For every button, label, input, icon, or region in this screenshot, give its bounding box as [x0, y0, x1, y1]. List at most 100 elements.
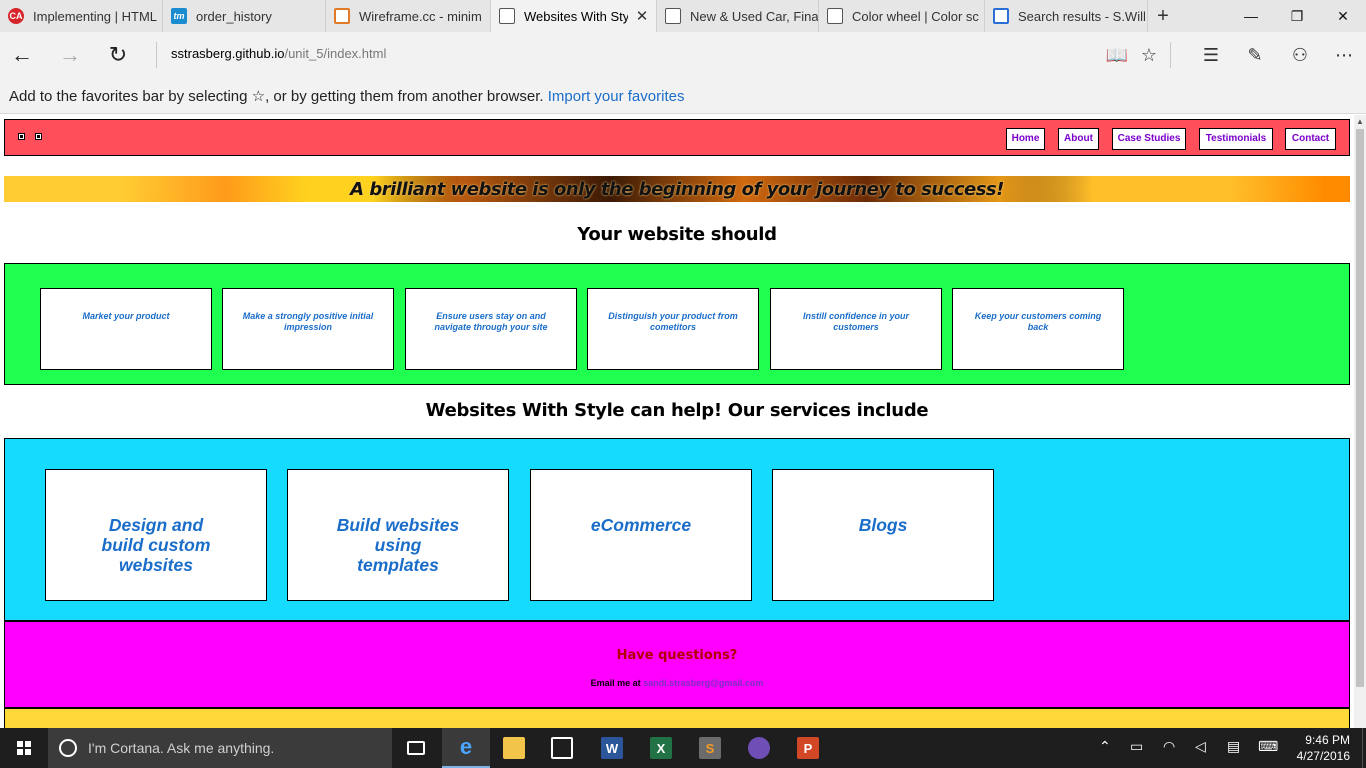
section-heading-services: Websites With Style can help! Our servic…	[425, 400, 929, 421]
service-text: Build websites using templates	[336, 515, 460, 575]
task-view-icon	[407, 741, 425, 755]
sublime-icon: S	[699, 737, 721, 759]
service-card: Blogs	[772, 469, 994, 601]
back-button[interactable]: ←	[6, 40, 38, 70]
benefit-text: Instill confidence in your customers	[802, 311, 909, 332]
excel-icon: X	[650, 737, 672, 759]
benefit-card: Market your product	[40, 288, 212, 370]
address-input[interactable]: sstrasberg.github.io/unit_5/index.html	[171, 46, 386, 61]
benefit-text: Ensure users stay on and navigate throug…	[434, 311, 548, 332]
taskbar-powerpoint[interactable]: P	[784, 728, 832, 768]
document-icon	[665, 8, 681, 24]
service-card: Design and build custom websites	[45, 469, 267, 601]
taskbar-file-explorer[interactable]	[490, 728, 538, 768]
banner-text: A brilliant website is only the beginnin…	[350, 179, 1004, 200]
chevron-up-icon[interactable]: ⌃	[1099, 738, 1111, 755]
cortana-icon	[59, 739, 77, 757]
show-desktop-button[interactable]	[1362, 728, 1366, 768]
scroll-up-icon[interactable]: ▲	[1356, 117, 1364, 126]
tab-websites-with-style[interactable]: Websites With Sty ✕	[491, 0, 657, 32]
scroll-thumb[interactable]	[1356, 129, 1364, 687]
wifi-icon[interactable]: ◠	[1163, 738, 1175, 755]
more-icon[interactable]: ⋯	[1328, 40, 1360, 70]
new-tab-button[interactable]: +	[1148, 0, 1178, 32]
page-icon	[827, 8, 843, 24]
action-center-icon[interactable]: ▤	[1227, 738, 1240, 755]
keyboard-icon[interactable]: ⌨	[1258, 738, 1278, 755]
tab-new-used-car[interactable]: New & Used Car, Fina	[657, 0, 819, 32]
page-icon	[499, 8, 515, 24]
forward-button[interactable]: →	[54, 40, 86, 70]
email-label: Email me at	[590, 678, 641, 688]
benefit-card: Keep your customers coming back	[952, 288, 1124, 370]
tm-icon: tm	[171, 8, 187, 24]
benefit-text: Distinguish your product from cometitors	[608, 311, 738, 332]
tab-title: Wireframe.cc - minim	[359, 8, 482, 24]
refresh-button[interactable]: ↻	[102, 40, 134, 70]
tab-order-history[interactable]: tm order_history	[163, 0, 326, 32]
divider	[156, 42, 157, 68]
tab-title: Websites With Sty	[524, 8, 628, 24]
tab-wireframe[interactable]: Wireframe.cc - minim	[326, 0, 491, 32]
contact-question: Have questions?	[616, 648, 738, 663]
tab-color-wheel[interactable]: Color wheel | Color sc	[819, 0, 985, 32]
url-path: /unit_5/index.html	[284, 46, 387, 61]
minimize-button[interactable]: —	[1228, 0, 1274, 32]
taskbar-app[interactable]	[735, 728, 783, 768]
page-scrollbar[interactable]: ▲	[1354, 115, 1366, 728]
nav-about[interactable]: About	[1058, 128, 1099, 150]
favorite-star-icon[interactable]: ☆	[1133, 40, 1165, 70]
start-button[interactable]	[0, 728, 48, 768]
services-section: Design and build custom websites Build w…	[4, 438, 1350, 621]
import-favorites-link[interactable]: Import your favorites	[548, 88, 685, 105]
taskbar-sublime[interactable]: S	[686, 728, 734, 768]
divider	[1170, 42, 1171, 68]
volume-icon[interactable]: ◁	[1195, 738, 1206, 755]
windows-logo-icon	[17, 741, 31, 755]
cortana-search[interactable]: I'm Cortana. Ask me anything.	[48, 728, 392, 768]
clock[interactable]: 9:46 PM 4/27/2016	[1290, 732, 1350, 764]
wireframe-icon	[334, 8, 350, 24]
nav-contact[interactable]: Contact	[1285, 128, 1336, 150]
tab-search-results[interactable]: Search results - S.Will	[985, 0, 1148, 32]
tab-title: order_history	[196, 8, 272, 24]
benefits-section: Market your product Make a strongly posi…	[4, 263, 1350, 385]
maximize-button[interactable]: ❐	[1274, 0, 1320, 32]
url-host: sstrasberg.github.io	[171, 46, 285, 61]
hub-icon[interactable]: ☰	[1195, 40, 1227, 70]
close-window-button[interactable]: ✕	[1320, 0, 1366, 32]
tab-strip: CA Implementing | HTML tm order_history …	[0, 0, 1366, 32]
email-link[interactable]: sandi.strasberg@gmail.com	[643, 678, 763, 688]
hero-banner: A brilliant website is only the beginnin…	[4, 176, 1350, 202]
nav-home[interactable]: Home	[1006, 128, 1045, 150]
benefit-card: Instill confidence in your customers	[770, 288, 942, 370]
broken-image-icon	[18, 133, 25, 140]
tab-implementing[interactable]: CA Implementing | HTML	[0, 0, 163, 32]
app-icon	[748, 737, 770, 759]
taskbar-store[interactable]	[538, 728, 586, 768]
word-icon: W	[601, 737, 623, 759]
powerpoint-icon: P	[797, 737, 819, 759]
reading-view-icon[interactable]: 📖	[1101, 40, 1133, 70]
site-header: Home About Case Studies Testimonials Con…	[4, 119, 1350, 156]
task-view-button[interactable]	[392, 728, 440, 768]
taskbar-edge[interactable]: e	[442, 728, 490, 768]
battery-icon[interactable]: ▭	[1130, 738, 1143, 755]
web-note-icon[interactable]: ✎	[1239, 40, 1271, 70]
footer-section	[4, 708, 1350, 728]
taskbar-word[interactable]: W	[588, 728, 636, 768]
clock-date: 4/27/2016	[1296, 749, 1350, 763]
share-icon[interactable]: ⚇	[1284, 40, 1316, 70]
benefit-card: Distinguish your product from cometitors	[587, 288, 759, 370]
search-results-icon	[993, 8, 1009, 24]
nav-case-studies[interactable]: Case Studies	[1112, 128, 1186, 150]
service-card: eCommerce	[530, 469, 752, 601]
benefit-text: Make a strongly positive initial impress…	[242, 311, 374, 332]
close-tab-icon[interactable]: ✕	[628, 7, 656, 25]
nav-testimonials[interactable]: Testimonials	[1199, 128, 1273, 150]
search-placeholder: I'm Cortana. Ask me anything.	[88, 740, 275, 756]
taskbar-excel[interactable]: X	[637, 728, 685, 768]
benefit-text: Market your product	[82, 311, 170, 321]
benefit-card: Make a strongly positive initial impress…	[222, 288, 394, 370]
service-card: Build websites using templates	[287, 469, 509, 601]
